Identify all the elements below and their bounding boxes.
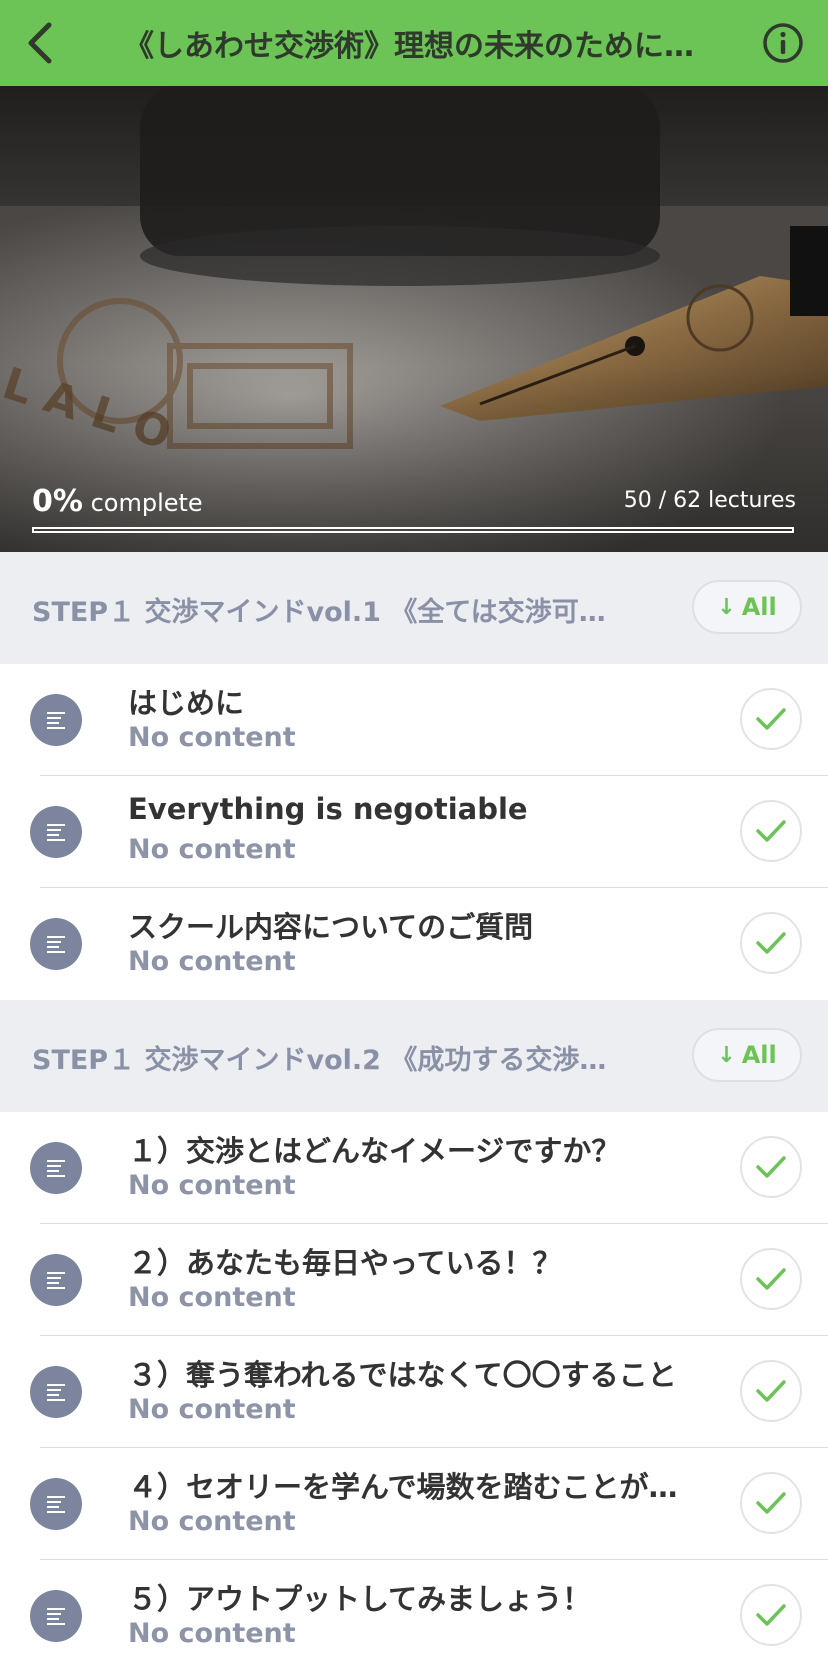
- section-header: STEP１ 交渉マインドvol.1 《全ては交渉可… ↓ All: [0, 552, 828, 664]
- arrow-down-icon: ↓: [717, 1042, 736, 1068]
- download-all-button[interactable]: ↓ All: [692, 580, 802, 634]
- check-icon: [756, 708, 786, 730]
- lecture-title: はじめに: [128, 686, 245, 720]
- text-lecture-icon: [30, 1142, 82, 1194]
- check-icon: [756, 1268, 786, 1290]
- info-button[interactable]: [738, 0, 828, 86]
- lecture-subtitle: No content: [128, 1170, 296, 1201]
- lecture-title: ５）アウトプットしてみましょう！: [128, 1582, 592, 1616]
- section-title: STEP１ 交渉マインドvol.2 《成功する交渉…: [32, 1045, 607, 1076]
- lecture-row[interactable]: スクール内容についてのご質問 No content: [0, 888, 828, 1000]
- lecture-subtitle: No content: [128, 834, 296, 865]
- lecture-title: ４）セオリーを学んで場数を踏むことが…: [128, 1470, 678, 1504]
- check-icon: [756, 1380, 786, 1402]
- text-lecture-icon: [30, 918, 82, 970]
- text-lecture-icon: [30, 1590, 82, 1642]
- lecture-row[interactable]: はじめに No content: [0, 664, 828, 776]
- section-header: STEP１ 交渉マインドvol.2 《成功する交渉… ↓ All: [0, 1000, 828, 1112]
- progress-percent: 0% complete: [32, 484, 203, 519]
- arrow-down-icon: ↓: [717, 594, 736, 620]
- check-icon: [756, 1492, 786, 1514]
- lecture-row[interactable]: ２）あなたも毎日やっている！？ No content: [0, 1224, 828, 1336]
- check-icon: [756, 1604, 786, 1626]
- download-all-label: All: [741, 1041, 777, 1069]
- hero-shade: [0, 86, 828, 552]
- progress-bar: [32, 527, 794, 533]
- section-title: STEP１ 交渉マインドvol.1 《全ては交渉可…: [32, 597, 606, 628]
- lecture-subtitle: No content: [128, 722, 296, 753]
- section: STEP１ 交渉マインドvol.2 《成功する交渉… ↓ All １）交渉とはど…: [0, 1000, 828, 1667]
- lecture-subtitle: No content: [128, 1282, 296, 1313]
- complete-toggle[interactable]: [740, 800, 802, 862]
- complete-toggle[interactable]: [740, 1136, 802, 1198]
- check-icon: [756, 820, 786, 842]
- lecture-title: Everything is negotiable: [128, 792, 528, 826]
- lecture-row[interactable]: Everything is negotiable No content: [0, 776, 828, 888]
- complete-toggle[interactable]: [740, 912, 802, 974]
- complete-toggle[interactable]: [740, 1584, 802, 1646]
- lecture-row[interactable]: ３）奪う奪われるではなくて〇〇すること No content: [0, 1336, 828, 1448]
- top-bar: 《しあわせ交渉術》理想の未来のために…: [0, 0, 828, 86]
- app-screen: 《しあわせ交渉術》理想の未来のために… 0% complete 50 / 62 …: [0, 0, 828, 1667]
- lecture-title: スクール内容についてのご質問: [128, 910, 534, 944]
- text-lecture-icon: [30, 1254, 82, 1306]
- back-button[interactable]: [0, 0, 80, 86]
- lecture-subtitle: No content: [128, 946, 296, 977]
- lecture-subtitle: No content: [128, 1618, 296, 1649]
- course-hero-image: L A L O 0% complete 50 / 62 lectures: [0, 86, 828, 552]
- text-lecture-icon: [30, 806, 82, 858]
- download-all-button[interactable]: ↓ All: [692, 1028, 802, 1082]
- chevron-left-icon: [28, 22, 52, 64]
- page-title: 《しあわせ交渉術》理想の未来のために…: [124, 29, 694, 64]
- complete-toggle[interactable]: [740, 688, 802, 750]
- complete-toggle[interactable]: [740, 1360, 802, 1422]
- check-icon: [756, 932, 786, 954]
- progress-label: complete: [90, 489, 203, 517]
- lecture-row[interactable]: １）交渉とはどんなイメージですか？ No content: [0, 1112, 828, 1224]
- progress-value: 0%: [32, 484, 83, 519]
- lecture-row[interactable]: ５）アウトプットしてみましょう！ No content: [0, 1560, 828, 1667]
- lecture-title: ３）奪う奪われるではなくて〇〇すること: [128, 1358, 677, 1392]
- text-lecture-icon: [30, 694, 82, 746]
- lecture-subtitle: No content: [128, 1394, 296, 1425]
- section: STEP１ 交渉マインドvol.1 《全ては交渉可… ↓ All はじめに No…: [0, 552, 828, 1000]
- lecture-row[interactable]: ４）セオリーを学んで場数を踏むことが… No content: [0, 1448, 828, 1560]
- info-icon: [763, 23, 803, 63]
- lecture-title: １）交渉とはどんなイメージですか？: [128, 1134, 621, 1168]
- check-icon: [756, 1156, 786, 1178]
- text-lecture-icon: [30, 1478, 82, 1530]
- curriculum-list: STEP１ 交渉マインドvol.1 《全ては交渉可… ↓ All はじめに No…: [0, 552, 828, 1667]
- download-all-label: All: [741, 593, 777, 621]
- complete-toggle[interactable]: [740, 1248, 802, 1310]
- lecture-title: ２）あなたも毎日やっている！？: [128, 1246, 562, 1280]
- lecture-subtitle: No content: [128, 1506, 296, 1537]
- complete-toggle[interactable]: [740, 1472, 802, 1534]
- text-lecture-icon: [30, 1366, 82, 1418]
- lectures-count: 50 / 62 lectures: [623, 488, 796, 513]
